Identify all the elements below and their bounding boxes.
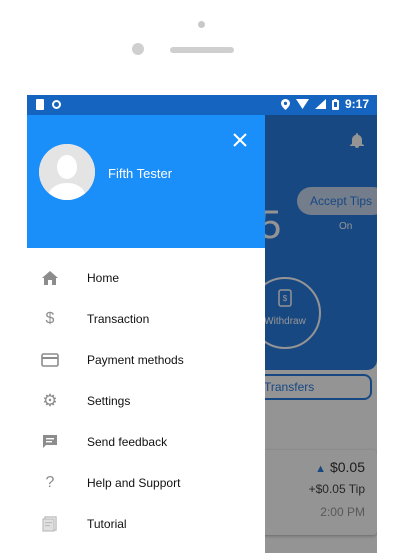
avatar[interactable]: [39, 144, 95, 200]
menu-item-send-feedback[interactable]: Send feedback: [27, 421, 265, 462]
menu-item-help-and-support[interactable]: ? Help and Support: [27, 462, 265, 503]
menu-item-transaction[interactable]: $ Transaction: [27, 298, 265, 339]
menu-item-label: Help and Support: [87, 475, 181, 490]
camera-dot: [198, 21, 205, 28]
card-icon: [40, 350, 60, 370]
battery-icon: [331, 98, 339, 110]
menu-item-home[interactable]: Home: [27, 257, 265, 298]
menu-item-label: Send feedback: [87, 434, 168, 449]
drawer-menu: Home $ Transaction Payment methods ⚙ Set…: [27, 257, 265, 544]
menu-item-label: Settings: [87, 393, 131, 408]
close-icon[interactable]: [228, 128, 252, 152]
tutorial-icon: [40, 514, 60, 534]
location-icon: [280, 98, 290, 110]
menu-item-label: Home: [87, 270, 120, 285]
question-icon: ?: [45, 473, 55, 491]
phone-screen: 9:17 5 Accept Tips On $ Withdraw Transfe…: [27, 95, 377, 553]
gear-icon: ⚙: [42, 390, 58, 410]
earpiece-speaker: [170, 47, 234, 53]
drawer-header: Fifth Tester: [27, 115, 265, 248]
dollar-icon: $: [45, 309, 55, 327]
sd-card-icon: [36, 99, 44, 110]
menu-item-tutorial[interactable]: Tutorial: [27, 503, 265, 544]
status-bar: 9:17: [27, 95, 377, 115]
home-icon: [40, 268, 60, 288]
signal-icon: [314, 99, 326, 109]
sync-icon: [52, 100, 61, 109]
navigation-drawer: Fifth Tester Home $ Transaction Payment …: [27, 115, 265, 553]
wifi-icon: [295, 99, 309, 109]
front-camera: [132, 43, 144, 55]
menu-item-label: Transaction: [87, 311, 150, 326]
menu-item-payment-methods[interactable]: Payment methods: [27, 339, 265, 380]
feedback-icon: [40, 432, 60, 452]
menu-item-label: Payment methods: [87, 352, 184, 367]
status-time: 9:17: [344, 97, 369, 111]
menu-item-label: Tutorial: [87, 516, 127, 531]
user-name: Fifth Tester: [108, 166, 173, 181]
menu-item-settings[interactable]: ⚙ Settings: [27, 380, 265, 421]
